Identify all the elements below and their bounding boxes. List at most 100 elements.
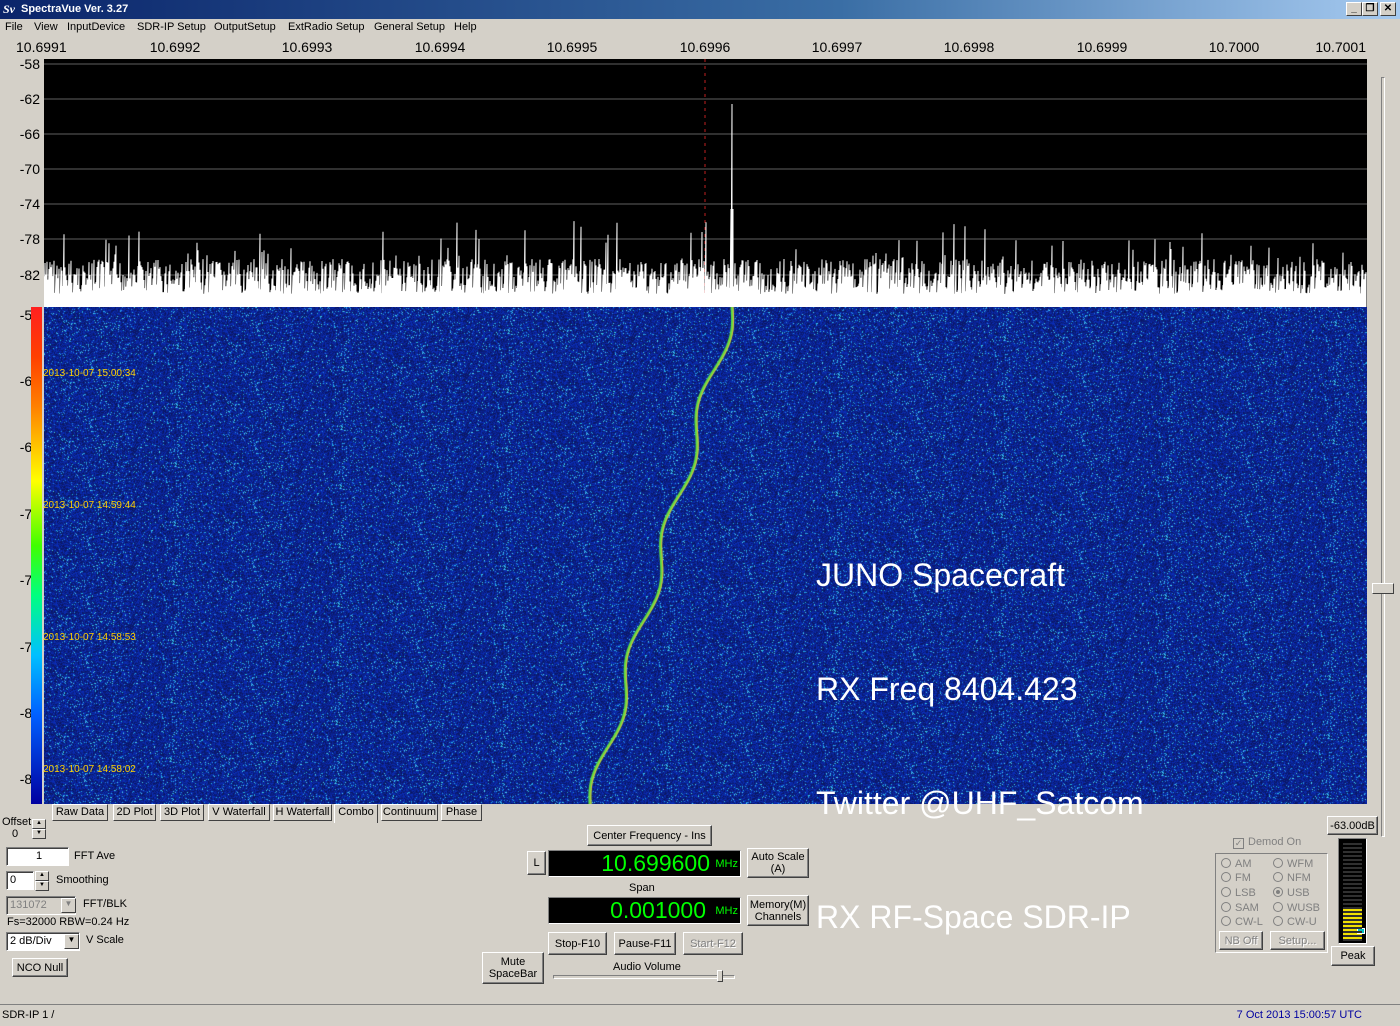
center-frequency-value: 10.699600: [601, 850, 710, 876]
offset-value: 0: [12, 828, 19, 840]
tab-h-waterfall[interactable]: H Waterfall: [273, 804, 332, 821]
nb-off-button[interactable]: NB Off: [1219, 931, 1263, 950]
meter-segment: [1343, 855, 1362, 857]
radio-cw-u[interactable]: CW-U: [1273, 916, 1317, 928]
setup-button[interactable]: Setup...: [1270, 931, 1325, 950]
radio-am[interactable]: AM: [1221, 858, 1252, 870]
radio-label: CW-L: [1235, 916, 1263, 928]
tab-raw-data[interactable]: Raw Data: [52, 804, 108, 821]
smoothing-input[interactable]: 0: [6, 871, 34, 890]
meter-segment: [1343, 891, 1362, 893]
freq-tick-label: 10.6997: [811, 39, 863, 55]
vertical-scale-slider[interactable]: [1370, 37, 1398, 837]
tab-continuum[interactable]: Continuum: [381, 804, 438, 821]
meter-segment: [1343, 923, 1362, 925]
menu-sdr-ip-setup[interactable]: SDR-IP Setup: [137, 21, 206, 33]
freq-tick-label: 10.6996: [679, 39, 731, 55]
radio-label: NFM: [1287, 872, 1311, 884]
radio-label: USB: [1287, 887, 1310, 899]
db-tick-label: -82: [19, 267, 40, 283]
meter-segment: [1343, 903, 1362, 905]
radio-sam[interactable]: SAM: [1221, 902, 1259, 914]
meter-segment: [1343, 847, 1362, 849]
l-button[interactable]: L: [527, 851, 546, 875]
radio-icon: [1221, 887, 1231, 897]
tab-v-waterfall[interactable]: V Waterfall: [208, 804, 270, 821]
audio-volume-label: Audio Volume: [613, 961, 681, 973]
status-bar: SDR-IP 1 / 7 Oct 2013 15:00:57 UTC: [0, 1004, 1400, 1026]
waterfall-timestamp: 2013-10-07 14:58:02: [43, 764, 136, 775]
freq-tick-label: 10.6994: [414, 39, 466, 55]
pause-button[interactable]: Pause-F11: [614, 932, 676, 955]
offset-up-button[interactable]: ▲: [32, 819, 46, 829]
radio-wusb[interactable]: WUSB: [1273, 902, 1320, 914]
fft-ave-label: FFT Ave: [74, 850, 116, 862]
chevron-down-icon[interactable]: ▼: [61, 898, 76, 913]
waterfall-color-scale: [31, 307, 42, 804]
meter-segment: [1343, 919, 1362, 921]
radio-icon: [1273, 902, 1283, 912]
meter-segment: [1343, 915, 1362, 917]
start-button[interactable]: Start-F12: [683, 932, 743, 955]
audio-volume-track[interactable]: [553, 975, 735, 979]
span-display[interactable]: 0.001000 MHz: [548, 897, 741, 924]
meter-segment: [1343, 927, 1362, 929]
tab-combo[interactable]: Combo: [334, 804, 378, 823]
menu-view[interactable]: View: [34, 21, 58, 33]
memory-channels-button[interactable]: Memory(M) Channels: [747, 895, 809, 926]
db-tick-label: -74: [19, 196, 40, 212]
nco-null-button[interactable]: NCO Null: [12, 958, 68, 977]
stop-button[interactable]: Stop-F10: [548, 932, 607, 955]
radio-cw-l[interactable]: CW-L: [1221, 916, 1263, 928]
menu-bar: File View InputDevice SDR-IP Setup Outpu…: [0, 19, 1400, 37]
slider-track: [1381, 77, 1385, 837]
frequency-axis: 10.6991 10.6992 10.6993 10.6994 10.6995 …: [0, 37, 1370, 58]
radio-fm[interactable]: FM: [1221, 872, 1251, 884]
menu-help[interactable]: Help: [454, 21, 477, 33]
fft-ave-input[interactable]: 1: [6, 847, 69, 866]
radio-lsb[interactable]: LSB: [1221, 887, 1256, 899]
meter-segment: [1343, 895, 1362, 897]
menu-general-setup[interactable]: General Setup: [374, 21, 445, 33]
spectrum-plot[interactable]: [44, 59, 1367, 307]
radio-usb[interactable]: USB: [1273, 887, 1310, 899]
smoothing-down-button[interactable]: ▼: [35, 881, 49, 891]
restore-button[interactable]: ❐: [1362, 2, 1378, 16]
slider-thumb[interactable]: [1372, 583, 1394, 594]
waterfall-plot[interactable]: [44, 307, 1367, 804]
radio-wfm[interactable]: WFM: [1273, 858, 1313, 870]
menu-inputdevice[interactable]: InputDevice: [67, 21, 125, 33]
offset-down-button[interactable]: ▼: [32, 829, 46, 839]
menu-file[interactable]: File: [5, 21, 23, 33]
tab-3d-plot[interactable]: 3D Plot: [160, 804, 204, 821]
meter-segment: [1343, 907, 1362, 909]
freq-tick-label: 10.6999: [1076, 39, 1128, 55]
meter-segment: [1343, 859, 1362, 861]
meter-readout: -63.00dB: [1327, 816, 1378, 835]
mute-button[interactable]: Mute SpaceBar: [482, 952, 544, 984]
radio-nfm[interactable]: NFM: [1273, 872, 1311, 884]
radio-icon: [1273, 872, 1283, 882]
menu-extradio-setup[interactable]: ExtRadio Setup: [288, 21, 364, 33]
peak-button[interactable]: Peak: [1331, 946, 1375, 966]
tab-2d-plot[interactable]: 2D Plot: [113, 804, 156, 821]
demod-on-checkbox[interactable]: ✓ Demod On: [1233, 836, 1301, 849]
meter-segment: [1343, 887, 1362, 889]
auto-scale-button[interactable]: Auto Scale (A): [747, 848, 809, 878]
radio-label: FM: [1235, 872, 1251, 884]
minimize-button[interactable]: _: [1346, 2, 1362, 16]
offset-label: Offset: [2, 816, 32, 828]
center-frequency-button[interactable]: Center Frequency - Ins: [587, 825, 712, 846]
radio-icon: [1221, 916, 1231, 926]
smoothing-up-button[interactable]: ▲: [35, 871, 49, 881]
radio-label: WUSB: [1287, 902, 1320, 914]
menu-outputsetup[interactable]: OutputSetup: [214, 21, 276, 33]
chevron-down-icon[interactable]: ▼: [64, 934, 79, 949]
meter-segment: [1343, 911, 1362, 913]
overlay-line: RX RF-Space SDR-IP: [816, 899, 1131, 935]
audio-volume-thumb[interactable]: [717, 970, 723, 982]
center-frequency-display[interactable]: 10.699600 MHz: [548, 850, 741, 877]
overlay-text: JUNO Spacecraft RX Freq 8404.423 Twitter…: [816, 480, 1144, 974]
close-button[interactable]: ✕: [1380, 2, 1396, 16]
tab-phase[interactable]: Phase: [441, 804, 482, 821]
